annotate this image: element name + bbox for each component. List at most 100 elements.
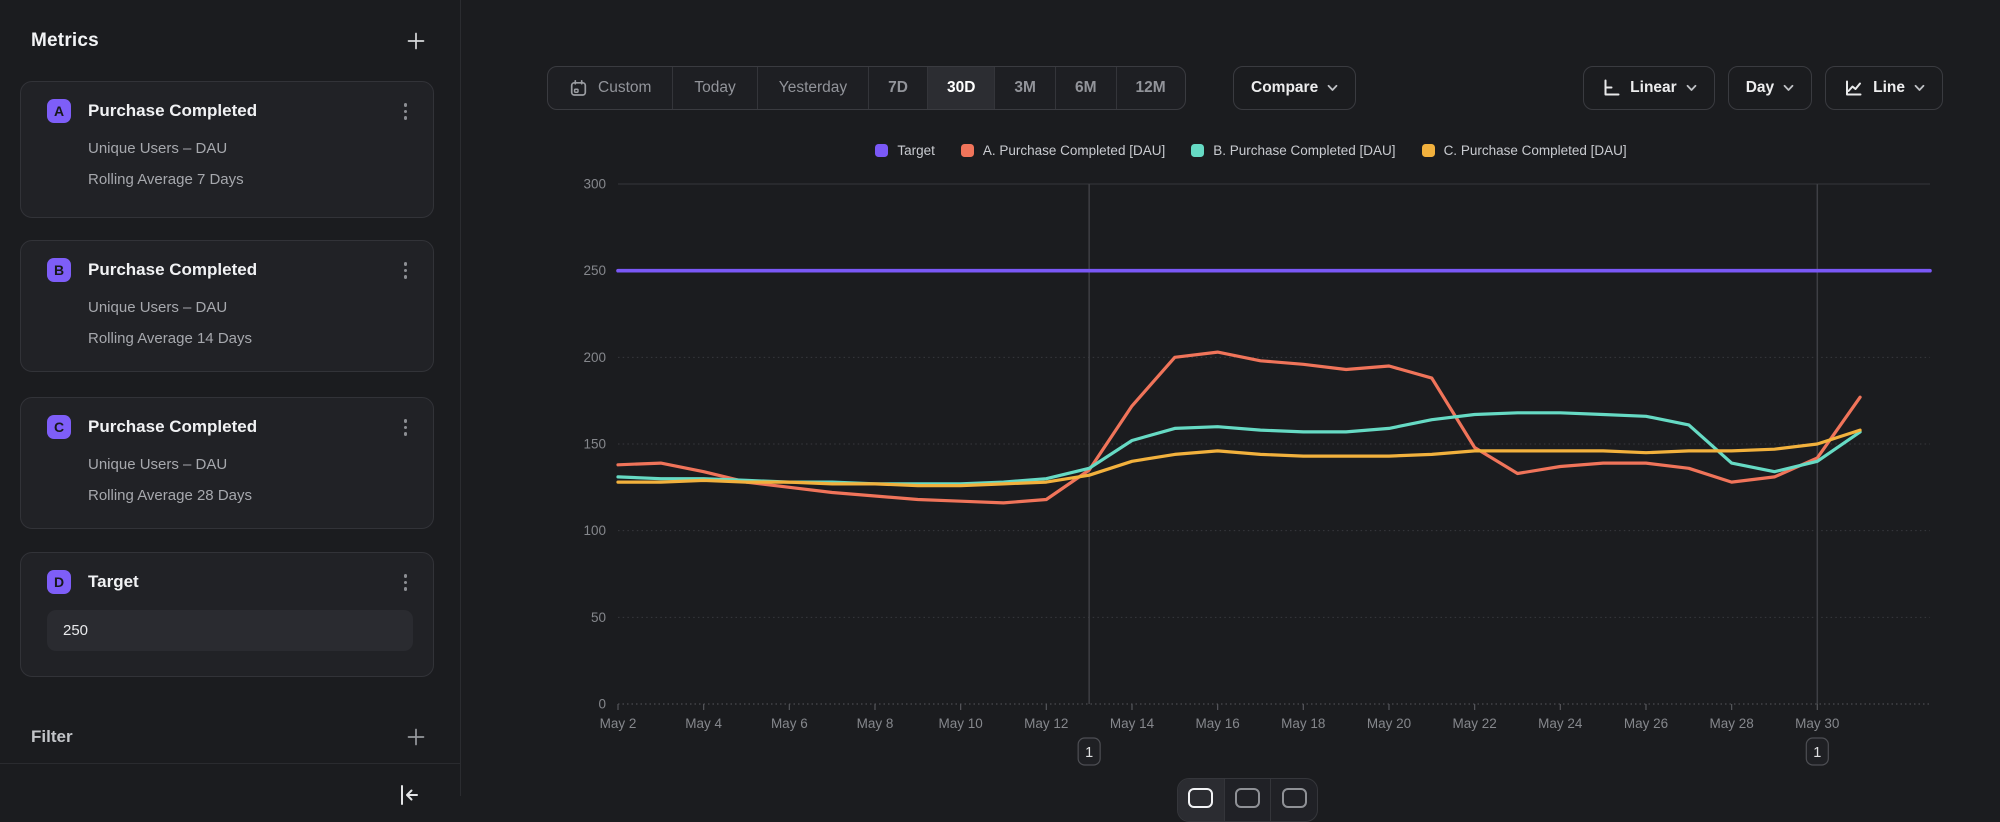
collapse-arrow-icon [396, 782, 422, 808]
metrics-title: Metrics [31, 30, 99, 52]
annotation-badge-label: 1 [1085, 745, 1093, 761]
metric-menu-button[interactable] [398, 99, 414, 124]
annotation-badge-label: 1 [1813, 745, 1821, 761]
range-option-yesterday[interactable]: Yesterday [758, 67, 869, 109]
chevron-down-icon [1327, 84, 1338, 92]
range-option-12m[interactable]: 12M [1117, 67, 1185, 109]
sidebar-main-divider [460, 0, 461, 796]
x-axis-tick-label: May 12 [1024, 716, 1068, 731]
scale-label: Linear [1630, 79, 1677, 97]
metric-badge: A [47, 99, 71, 123]
range-option-label: Yesterday [779, 79, 847, 97]
x-axis-tick-label: May 2 [600, 716, 637, 731]
metric-card: BPurchase CompletedUnique Users – DAURol… [20, 240, 434, 372]
metrics-sidebar: Metrics A Purchase Completed Unique Users … [0, 0, 460, 796]
chevron-down-icon [1686, 84, 1697, 92]
x-axis-tick-label: May 22 [1453, 716, 1497, 731]
scale-selector-button[interactable]: Linear [1583, 66, 1715, 110]
range-option-label: Today [694, 79, 735, 97]
metric-transform: Rolling Average 14 Days [88, 330, 413, 347]
metric-transform: Rolling Average 7 Days [88, 171, 413, 188]
chart-view-icon [1188, 788, 1213, 808]
plus-icon [405, 726, 427, 748]
x-axis-tick-label: May 4 [685, 716, 722, 731]
view-toggle-table[interactable] [1225, 779, 1272, 821]
collapse-sidebar-button[interactable] [394, 780, 424, 810]
metric-badge: D [47, 570, 71, 594]
calendar-icon [569, 79, 588, 98]
y-axis-tick-label: 300 [583, 177, 606, 192]
range-option-label: Custom [598, 79, 651, 97]
metric-menu-button[interactable] [398, 258, 414, 283]
x-axis-tick-label: May 28 [1709, 716, 1753, 731]
range-option-custom[interactable]: Custom [548, 67, 673, 109]
x-axis-tick-label: May 6 [771, 716, 808, 731]
range-option-label: 7D [888, 79, 908, 97]
chevron-down-icon [1914, 84, 1925, 92]
y-axis-tick-label: 100 [583, 523, 606, 538]
metrics-header: Metrics [31, 28, 429, 54]
y-axis-tick-label: 250 [583, 263, 606, 278]
chart-options-group: Linear Day Line [1583, 66, 1943, 110]
metric-measure: Unique Users – DAU [88, 456, 413, 473]
range-option-6m[interactable]: 6M [1056, 67, 1117, 109]
chart-type-label: Line [1873, 79, 1905, 97]
linear-axis-icon [1601, 78, 1621, 98]
filter-title: Filter [31, 727, 73, 747]
range-option-3m[interactable]: 3M [995, 67, 1056, 109]
sidebar-divider [0, 763, 460, 764]
range-option-label: 30D [947, 79, 975, 97]
line-chart: 0 50 100 150 200 250 300 1 1 May 2 May 4 May 6 May 8… [556, 150, 1946, 790]
x-axis-tick-label: May 20 [1367, 716, 1411, 731]
metric-badge: B [47, 258, 71, 282]
target-metric-card: D Target [20, 552, 434, 677]
view-toggle-chart[interactable] [1178, 779, 1225, 821]
x-axis-tick-label: May 10 [939, 716, 983, 731]
range-option-label: 6M [1075, 79, 1097, 97]
series-line[interactable] [618, 430, 1860, 486]
interval-selector-button[interactable]: Day [1728, 66, 1812, 110]
chevron-down-icon [1783, 84, 1794, 92]
summary-view-icon [1282, 788, 1307, 808]
interval-label: Day [1746, 79, 1774, 97]
filter-section-header: Filter [31, 724, 429, 750]
x-axis-tick-label: May 24 [1538, 716, 1583, 731]
metric-menu-button[interactable] [398, 415, 414, 440]
plus-icon [405, 30, 427, 52]
metric-title: Purchase Completed [88, 260, 381, 280]
line-chart-icon [1843, 78, 1864, 98]
range-option-label: 12M [1136, 79, 1166, 97]
metric-badge: C [47, 415, 71, 439]
add-metric-button[interactable] [403, 28, 429, 54]
y-axis-tick-label: 50 [591, 610, 606, 625]
metric-menu-button[interactable] [398, 570, 414, 595]
compare-label: Compare [1251, 79, 1318, 97]
view-toggle-control [1177, 778, 1318, 822]
compare-button[interactable]: Compare [1233, 66, 1356, 110]
date-range-segmented-control: Custom Today Yesterday 7D 30D 3M 6M 12M [547, 66, 1186, 110]
x-axis-tick-label: May 16 [1196, 716, 1240, 731]
range-option-30d[interactable]: 30D [928, 67, 995, 109]
metric-title: Purchase Completed [88, 101, 381, 121]
x-axis-tick-label: May 30 [1795, 716, 1839, 731]
x-axis-tick-label: May 26 [1624, 716, 1668, 731]
metric-transform: Rolling Average 28 Days [88, 487, 413, 504]
y-axis-tick-label: 200 [583, 350, 606, 365]
metric-card: C Purchase Completed Unique Users – DAU Rol… [20, 397, 434, 529]
range-option-7d[interactable]: 7D [869, 67, 928, 109]
view-toggle-summary[interactable] [1271, 779, 1317, 821]
chart-type-selector-button[interactable]: Line [1825, 66, 1943, 110]
range-option-label: 3M [1014, 79, 1036, 97]
y-axis-tick-label: 150 [583, 437, 606, 452]
x-axis-tick-label: May 18 [1281, 716, 1325, 731]
y-axis-tick-label: 0 [598, 697, 606, 712]
metric-title: Target [88, 572, 381, 592]
x-axis-tick-label: May 8 [857, 716, 894, 731]
range-option-today[interactable]: Today [673, 67, 757, 109]
target-value-input[interactable] [47, 610, 413, 651]
series-line[interactable] [618, 413, 1860, 484]
add-filter-button[interactable] [403, 724, 429, 750]
table-view-icon [1235, 788, 1260, 808]
metric-measure: Unique Users – DAU [88, 140, 413, 157]
metric-title: Purchase Completed [88, 417, 381, 437]
